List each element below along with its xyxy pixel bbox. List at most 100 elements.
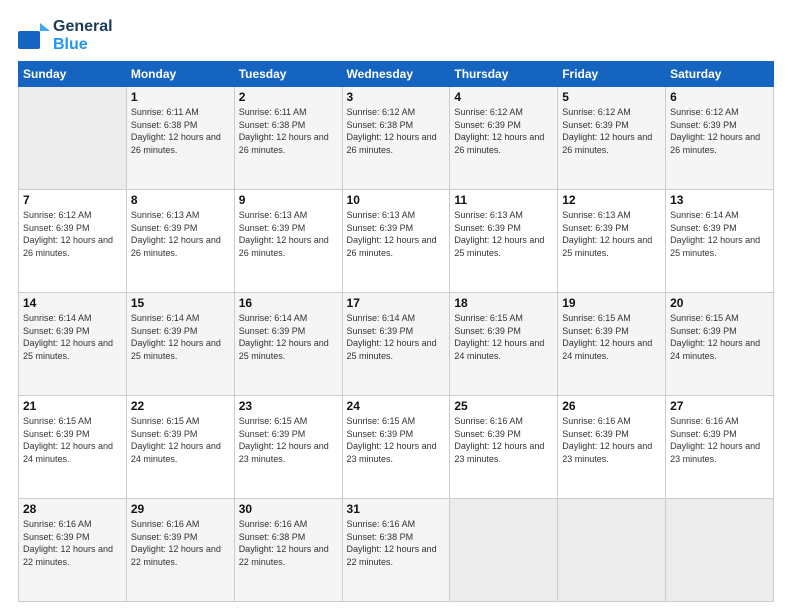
- day-info: Sunrise: 6:15 AM Sunset: 6:39 PM Dayligh…: [131, 415, 230, 465]
- day-info: Sunrise: 6:16 AM Sunset: 6:38 PM Dayligh…: [347, 518, 446, 568]
- table-cell: 21 Sunrise: 6:15 AM Sunset: 6:39 PM Dayli…: [19, 396, 127, 499]
- table-cell: 15 Sunrise: 6:14 AM Sunset: 6:39 PM Dayli…: [126, 293, 234, 396]
- table-cell: 12 Sunrise: 6:13 AM Sunset: 6:39 PM Dayli…: [558, 190, 666, 293]
- calendar-row: 28 Sunrise: 6:16 AM Sunset: 6:39 PM Dayli…: [19, 499, 774, 602]
- day-number: 18: [454, 296, 553, 310]
- table-cell: 24 Sunrise: 6:15 AM Sunset: 6:39 PM Dayli…: [342, 396, 450, 499]
- day-number: 4: [454, 90, 553, 104]
- day-info: Sunrise: 6:12 AM Sunset: 6:38 PM Dayligh…: [347, 106, 446, 156]
- table-cell: [666, 499, 774, 602]
- day-info: Sunrise: 6:15 AM Sunset: 6:39 PM Dayligh…: [670, 312, 769, 362]
- table-cell: 4Sunrise: 6:12 AM Sunset: 6:39 PM Daylig…: [450, 87, 558, 190]
- day-number: 12: [562, 193, 661, 207]
- day-info: Sunrise: 6:15 AM Sunset: 6:39 PM Dayligh…: [239, 415, 338, 465]
- col-saturday: Saturday: [666, 62, 774, 87]
- day-info: Sunrise: 6:15 AM Sunset: 6:39 PM Dayligh…: [454, 312, 553, 362]
- day-number: 25: [454, 399, 553, 413]
- table-cell: [450, 499, 558, 602]
- calendar-row: 14 Sunrise: 6:14 AM Sunset: 6:39 PM Dayli…: [19, 293, 774, 396]
- col-wednesday: Wednesday: [342, 62, 450, 87]
- day-info: Sunrise: 6:15 AM Sunset: 6:39 PM Dayligh…: [347, 415, 446, 465]
- logo-text-general: General: [53, 18, 113, 36]
- table-cell: 25 Sunrise: 6:16 AM Sunset: 6:39 PM Dayli…: [450, 396, 558, 499]
- day-number: 21: [23, 399, 122, 413]
- logo: General Blue: [18, 18, 113, 53]
- day-info: Sunrise: 6:16 AM Sunset: 6:39 PM Dayligh…: [454, 415, 553, 465]
- day-number: 29: [131, 502, 230, 516]
- header: General Blue: [18, 18, 774, 53]
- col-friday: Friday: [558, 62, 666, 87]
- table-cell: 28 Sunrise: 6:16 AM Sunset: 6:39 PM Dayli…: [19, 499, 127, 602]
- logo-icon: [18, 23, 50, 49]
- day-info: Sunrise: 6:14 AM Sunset: 6:39 PM Dayligh…: [131, 312, 230, 362]
- table-cell: 14Sunrise: 6:14 AM Sunset: 6:39 PM Dayli…: [19, 293, 127, 396]
- day-number: 3: [347, 90, 446, 104]
- day-number: 14: [23, 296, 122, 310]
- day-info: Sunrise: 6:12 AM Sunset: 6:39 PM Dayligh…: [23, 209, 122, 259]
- table-cell: 1 Sunrise: 6:11 AM Sunset: 6:38 PM Daylig…: [126, 87, 234, 190]
- table-cell: 2 Sunrise: 6:11 AM Sunset: 6:38 PM Daylig…: [234, 87, 342, 190]
- table-cell: 10Sunrise: 6:13 AM Sunset: 6:39 PM Dayli…: [342, 190, 450, 293]
- day-number: 5: [562, 90, 661, 104]
- table-cell: 6 Sunrise: 6:12 AM Sunset: 6:39 PM Daylig…: [666, 87, 774, 190]
- table-cell: [19, 87, 127, 190]
- day-number: 10: [347, 193, 446, 207]
- col-thursday: Thursday: [450, 62, 558, 87]
- day-number: 23: [239, 399, 338, 413]
- table-cell: 22 Sunrise: 6:15 AM Sunset: 6:39 PM Dayli…: [126, 396, 234, 499]
- day-info: Sunrise: 6:11 AM Sunset: 6:38 PM Dayligh…: [131, 106, 230, 156]
- logo-text-blue: Blue: [53, 36, 113, 54]
- day-number: 9: [239, 193, 338, 207]
- day-number: 20: [670, 296, 769, 310]
- day-number: 6: [670, 90, 769, 104]
- calendar-table: Sunday Monday Tuesday Wednesday Thursday…: [18, 61, 774, 602]
- day-info: Sunrise: 6:14 AM Sunset: 6:39 PM Dayligh…: [347, 312, 446, 362]
- day-number: 16: [239, 296, 338, 310]
- day-number: 19: [562, 296, 661, 310]
- table-cell: 13Sunrise: 6:14 AM Sunset: 6:39 PM Dayli…: [666, 190, 774, 293]
- table-cell: 11 Sunrise: 6:13 AM Sunset: 6:39 PM Dayli…: [450, 190, 558, 293]
- day-info: Sunrise: 6:13 AM Sunset: 6:39 PM Dayligh…: [562, 209, 661, 259]
- col-tuesday: Tuesday: [234, 62, 342, 87]
- table-cell: 19 Sunrise: 6:15 AM Sunset: 6:39 PM Dayli…: [558, 293, 666, 396]
- day-number: 31: [347, 502, 446, 516]
- day-info: Sunrise: 6:16 AM Sunset: 6:38 PM Dayligh…: [239, 518, 338, 568]
- table-cell: 23 Sunrise: 6:15 AM Sunset: 6:39 PM Dayli…: [234, 396, 342, 499]
- day-number: 15: [131, 296, 230, 310]
- calendar-page: General Blue Sunday Monday Tuesday Wedne…: [0, 0, 792, 612]
- day-info: Sunrise: 6:15 AM Sunset: 6:39 PM Dayligh…: [562, 312, 661, 362]
- day-info: Sunrise: 6:12 AM Sunset: 6:39 PM Dayligh…: [670, 106, 769, 156]
- day-number: 27: [670, 399, 769, 413]
- day-info: Sunrise: 6:13 AM Sunset: 6:39 PM Dayligh…: [454, 209, 553, 259]
- table-cell: 5Sunrise: 6:12 AM Sunset: 6:39 PM Daylig…: [558, 87, 666, 190]
- day-info: Sunrise: 6:11 AM Sunset: 6:38 PM Dayligh…: [239, 106, 338, 156]
- day-number: 1: [131, 90, 230, 104]
- day-number: 13: [670, 193, 769, 207]
- calendar-row: 1 Sunrise: 6:11 AM Sunset: 6:38 PM Daylig…: [19, 87, 774, 190]
- day-number: 24: [347, 399, 446, 413]
- table-cell: 16Sunrise: 6:14 AM Sunset: 6:39 PM Dayli…: [234, 293, 342, 396]
- calendar-row: 7 Sunrise: 6:12 AM Sunset: 6:39 PM Daylig…: [19, 190, 774, 293]
- day-number: 2: [239, 90, 338, 104]
- table-cell: [558, 499, 666, 602]
- day-number: 30: [239, 502, 338, 516]
- table-cell: 7 Sunrise: 6:12 AM Sunset: 6:39 PM Daylig…: [19, 190, 127, 293]
- table-cell: 26Sunrise: 6:16 AM Sunset: 6:39 PM Dayli…: [558, 396, 666, 499]
- day-number: 11: [454, 193, 553, 207]
- table-cell: 18 Sunrise: 6:15 AM Sunset: 6:39 PM Dayli…: [450, 293, 558, 396]
- table-cell: 31 Sunrise: 6:16 AM Sunset: 6:38 PM Dayli…: [342, 499, 450, 602]
- calendar-header-row: Sunday Monday Tuesday Wednesday Thursday…: [19, 62, 774, 87]
- day-info: Sunrise: 6:15 AM Sunset: 6:39 PM Dayligh…: [23, 415, 122, 465]
- day-number: 7: [23, 193, 122, 207]
- table-cell: 29 Sunrise: 6:16 AM Sunset: 6:39 PM Dayli…: [126, 499, 234, 602]
- table-cell: 30 Sunrise: 6:16 AM Sunset: 6:38 PM Dayli…: [234, 499, 342, 602]
- day-number: 22: [131, 399, 230, 413]
- day-number: 26: [562, 399, 661, 413]
- day-number: 28: [23, 502, 122, 516]
- day-info: Sunrise: 6:16 AM Sunset: 6:39 PM Dayligh…: [670, 415, 769, 465]
- day-number: 17: [347, 296, 446, 310]
- col-sunday: Sunday: [19, 62, 127, 87]
- day-number: 8: [131, 193, 230, 207]
- day-info: Sunrise: 6:16 AM Sunset: 6:39 PM Dayligh…: [131, 518, 230, 568]
- day-info: Sunrise: 6:16 AM Sunset: 6:39 PM Dayligh…: [23, 518, 122, 568]
